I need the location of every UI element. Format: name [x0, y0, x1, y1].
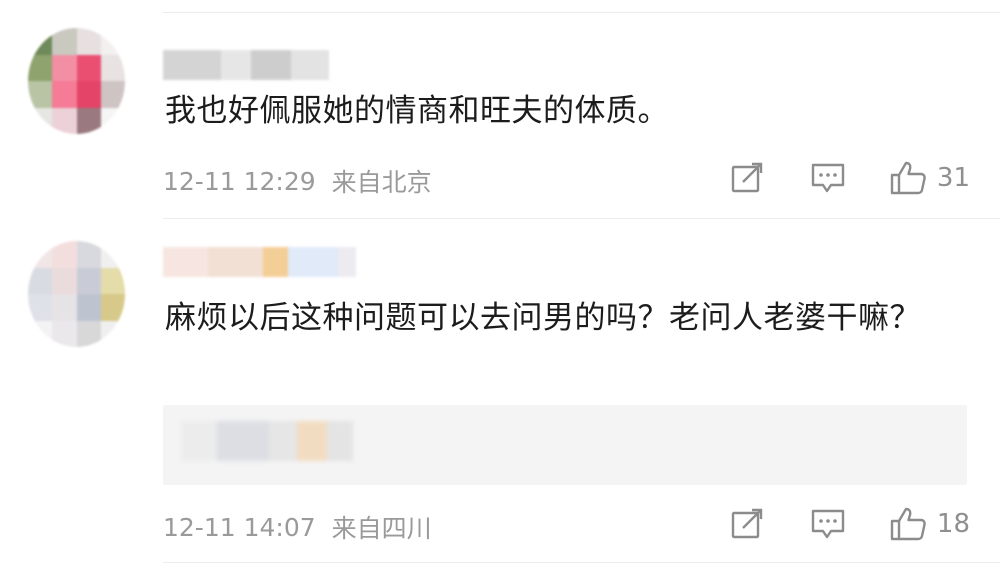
comment-actions: 31: [731, 160, 970, 196]
comment-item: 麻烦以后这种问题可以去问男的吗？老问人老婆干嘛？ 12-11 14:07 来自四…: [0, 219, 1000, 570]
share-button[interactable]: [731, 508, 765, 540]
like-count: 31: [936, 163, 970, 193]
comment-icon: [811, 163, 845, 193]
reply-button[interactable]: [811, 508, 845, 540]
avatar[interactable]: [28, 28, 125, 134]
like-button[interactable]: 18: [889, 506, 970, 542]
comment-item: 我也好佩服她的情商和旺夫的体质。 12-11 12:29 来自北京 31: [0, 0, 1000, 215]
comment-divider: [163, 562, 1000, 563]
comment-actions: 18: [731, 506, 970, 542]
redacted-content: [181, 421, 353, 461]
timestamp: 12-11 14:07: [163, 512, 316, 542]
thumbs-up-icon: [890, 161, 926, 195]
comment-meta: 12-11 12:29 来自北京: [163, 163, 432, 199]
reply-button[interactable]: [811, 162, 845, 194]
share-icon: [731, 162, 763, 193]
like-button[interactable]: 31: [889, 160, 970, 196]
like-count: 18: [936, 509, 970, 539]
avatar[interactable]: [28, 241, 125, 347]
thumbs-up-icon: [890, 507, 926, 541]
comment-meta: 12-11 14:07 来自四川: [163, 509, 432, 545]
share-icon: [731, 508, 763, 539]
timestamp: 12-11 12:29: [163, 166, 316, 196]
share-button[interactable]: [731, 162, 765, 194]
comment-text: 麻烦以后这种问题可以去问男的吗？老问人老婆干嘛？: [165, 300, 921, 336]
quoted-reply-redacted[interactable]: [163, 405, 967, 485]
location: 来自四川: [331, 514, 432, 543]
username-redacted[interactable]: [163, 50, 329, 80]
location: 来自北京: [331, 168, 432, 197]
comment-icon: [811, 509, 845, 539]
username-redacted[interactable]: [163, 247, 356, 277]
comment-text: 我也好佩服她的情商和旺夫的体质。: [165, 93, 669, 129]
